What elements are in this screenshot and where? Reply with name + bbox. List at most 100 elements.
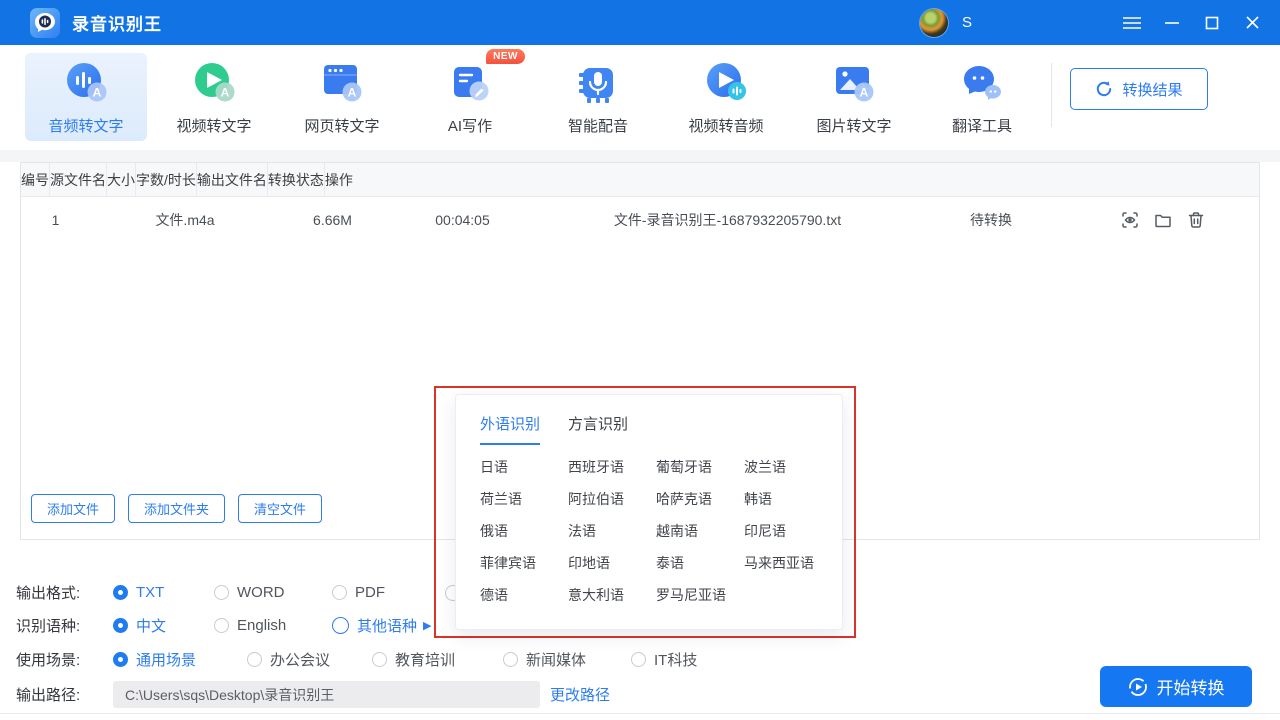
close-icon[interactable] — [1232, 0, 1272, 45]
radio-option[interactable]: 办公会议 — [247, 649, 372, 670]
image-to-text-icon: A — [830, 59, 878, 107]
language-option[interactable]: 罗马尼亚语 — [656, 585, 744, 605]
start-button-label: 开始转换 — [1156, 679, 1225, 698]
language-grid: 日语 西班牙语 葡萄牙语 波兰语荷兰语 阿拉伯语 哈萨克语 韩语俄语 法语 越南语 印尼语菲律宾语… — [456, 445, 842, 605]
language-option[interactable]: 印地语 — [568, 553, 656, 573]
add-folder-button[interactable]: 添加文件夹 — [128, 494, 226, 523]
language-option[interactable]: 法语 — [568, 521, 656, 541]
radio-option[interactable]: 中文 — [113, 615, 214, 636]
radio-icon — [631, 651, 646, 667]
language-option[interactable]: 泰语 — [656, 553, 744, 573]
tab-label: 视频转音频 — [688, 117, 764, 135]
radio-option[interactable]: 通用场景 — [113, 649, 247, 670]
tab-audio-to-text[interactable]: A 音频转文字 — [25, 53, 147, 141]
cell-source-filename: 文件.m4a — [155, 212, 215, 228]
language-option[interactable]: 印尼语 — [744, 521, 832, 541]
radio-icon — [214, 617, 229, 633]
open-folder-icon[interactable] — [1154, 211, 1172, 229]
ai-writing-icon — [446, 59, 494, 107]
cell-output-filename: 文件-录音识别王-1687932205790.txt — [613, 212, 842, 228]
radio-option[interactable]: IT科技 — [631, 649, 697, 670]
tab-video-to-audio[interactable]: 视频转音频 — [665, 53, 787, 141]
delete-icon[interactable] — [1187, 211, 1205, 229]
conversion-results-button[interactable]: 转换结果 — [1070, 68, 1208, 110]
recognition-language-row: 识别语种: 中文 English 其他语种 ▶ — [16, 613, 431, 637]
svg-text:A: A — [221, 85, 230, 99]
radio-label: 办公会议 — [270, 651, 331, 669]
radio-option[interactable]: WORD — [214, 584, 332, 601]
minimize-icon[interactable] — [1152, 0, 1192, 45]
popup-tab[interactable]: 外语识别 — [480, 413, 541, 445]
user-avatar[interactable] — [919, 8, 948, 37]
cell-operations — [1067, 211, 1259, 229]
popup-tab[interactable]: 方言识别 — [568, 413, 628, 445]
language-option[interactable]: 越南语 — [656, 521, 744, 541]
radio-label: PDF — [355, 583, 385, 601]
radio-label: 通用场景 — [136, 651, 197, 669]
language-option[interactable]: 意大利语 — [568, 585, 656, 605]
output-format-row: 输出格式: TXT WORD PDF — [16, 580, 385, 604]
tab-label: 翻译工具 — [951, 117, 1012, 135]
radio-label: 新闻媒体 — [526, 651, 587, 669]
language-option[interactable]: 西班牙语 — [568, 457, 656, 477]
output-path-input[interactable]: C:\Users\sqs\Desktop\录音识别王 — [113, 681, 540, 708]
start-conversion-button[interactable]: 开始转换 — [1100, 666, 1252, 707]
radio-label: 中文 — [136, 617, 167, 635]
tab-image-to-text[interactable]: A 图片转文字 — [793, 53, 915, 141]
cell-size: 6.66M — [313, 212, 352, 228]
language-option[interactable]: 马来西亚语 — [744, 553, 832, 573]
tab-translate-tool[interactable]: 翻译工具 — [921, 53, 1043, 141]
file-actions: 添加文件 添加文件夹 清空文件 — [31, 494, 323, 523]
output-path-label: 输出路径: — [16, 687, 81, 704]
tab-web-to-text[interactable]: A 网页转文字 — [281, 53, 403, 141]
radio-icon — [247, 651, 262, 667]
radio-label: English — [237, 616, 287, 634]
language-option[interactable]: 荷兰语 — [480, 489, 568, 509]
language-option[interactable]: 德语 — [480, 585, 568, 605]
radio-option[interactable]: 新闻媒体 — [503, 649, 631, 670]
language-option[interactable]: 葡萄牙语 — [656, 457, 744, 477]
language-option[interactable]: 菲律宾语 — [480, 553, 568, 573]
svg-text:A: A — [860, 85, 869, 99]
radio-icon — [332, 584, 347, 600]
tab-smart-dubbing[interactable]: 智能配音 — [537, 53, 659, 141]
language-option[interactable]: 俄语 — [480, 521, 568, 541]
language-option[interactable]: 哈萨克语 — [656, 489, 744, 509]
app-logo-icon — [30, 7, 60, 38]
radio-option[interactable]: 教育培训 — [372, 649, 503, 670]
clear-files-button[interactable]: 清空文件 — [238, 494, 323, 523]
change-path-link[interactable]: 更改路径 — [550, 684, 610, 705]
tab-label: 音频转文字 — [48, 117, 124, 135]
radio-icon — [372, 651, 387, 667]
language-option[interactable]: 韩语 — [744, 489, 832, 509]
language-option[interactable]: 波兰语 — [744, 457, 832, 477]
table-header-cell: 字数/时长 — [136, 163, 197, 196]
cell-status: 待转换 — [970, 212, 1012, 228]
preview-icon[interactable] — [1121, 211, 1139, 229]
table-row[interactable]: 1 文件.m4a 6.66M 00:04:05 文件-录音识别王-1687932… — [21, 197, 1259, 243]
refresh-icon — [1097, 81, 1112, 97]
radio-option[interactable]: TXT — [113, 584, 214, 601]
radio-icon — [503, 651, 518, 667]
tab-label: 网页转文字 — [304, 117, 380, 135]
menu-icon[interactable] — [1112, 0, 1152, 45]
app-title: 录音识别王 — [72, 15, 162, 34]
radio-label: WORD — [237, 583, 285, 601]
feature-toolbar: A 音频转文字 A 视频转文字 A 网页转文字 NEW AI写作 智能配音 视频… — [0, 45, 1280, 150]
language-option[interactable]: 日语 — [480, 457, 568, 477]
tab-video-to-text[interactable]: A 视频转文字 — [153, 53, 275, 141]
add-file-button[interactable]: 添加文件 — [31, 494, 116, 523]
tab-ai-writing[interactable]: NEW AI写作 — [409, 49, 531, 141]
language-option[interactable]: 阿拉伯语 — [568, 489, 656, 509]
radio-option[interactable]: English — [214, 615, 332, 636]
user-name: S — [961, 14, 972, 31]
bottom-divider — [0, 713, 1280, 714]
radio-icon — [214, 584, 229, 600]
radio-label: 教育培训 — [395, 651, 456, 669]
output-path-row: 输出路径: C:\Users\sqs\Desktop\录音识别王 更改路径 — [16, 681, 610, 708]
title-bar: 录音识别王 S — [0, 0, 1280, 45]
maximize-icon[interactable] — [1192, 0, 1232, 45]
app-window: 录音识别王 S A 音频转文字 A 视频转文字 A 网页转文字 NEW AI写作… — [0, 0, 1280, 720]
radio-option[interactable]: 其他语种 ▶ — [332, 615, 431, 636]
radio-option[interactable]: PDF — [332, 584, 385, 601]
